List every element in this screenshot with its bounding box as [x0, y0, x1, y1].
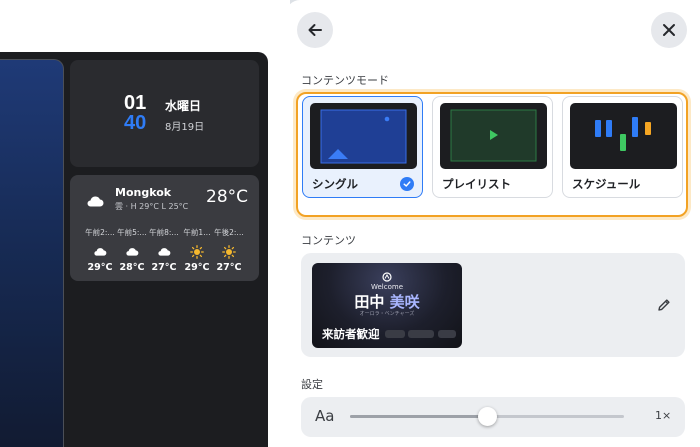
clock-weekday: 水曜日: [165, 99, 202, 113]
cloud-icon: [147, 243, 181, 260]
forecast-temp: 27°C: [151, 262, 177, 273]
logo-icon: [382, 272, 392, 282]
forecast-time: 午前5:…: [117, 228, 147, 237]
cloud-icon: [86, 192, 104, 211]
cloud-icon: [115, 243, 149, 260]
playlist-thumbnail: [440, 103, 547, 169]
font-size-glyph: Aa: [315, 407, 335, 425]
forecast-time: 午後2:…: [214, 228, 244, 237]
clock-date: 8月19日: [165, 122, 205, 133]
font-size-scale: 1×: [655, 409, 672, 422]
mode-label: スケジュール: [572, 177, 641, 191]
forecast-temp: 29°C: [87, 262, 113, 273]
forecast-item: 午後2:… 27°C: [212, 227, 246, 273]
mode-label: シングル: [312, 177, 358, 191]
info-chip: [385, 330, 405, 338]
family-name: 田中: [354, 293, 385, 311]
forecast-item: 午前5:… 28°C: [115, 227, 149, 273]
forecast-time: 午前8:…: [149, 228, 179, 237]
forecast-item: 午前8:… 27°C: [147, 227, 181, 273]
forecast-item: 午前1… 29°C: [180, 227, 214, 273]
settings-panel: [286, 0, 700, 447]
sun-icon: [180, 243, 214, 260]
single-thumbnail: [310, 103, 417, 169]
cloud-icon: [83, 243, 117, 260]
sun-icon: [212, 243, 246, 260]
content-thumbnail[interactable]: Welcome 田中 美咲 オーロラ・ベンチャーズ 来訪者歓迎: [312, 263, 462, 348]
close-button[interactable]: [651, 12, 687, 48]
clock-minute: 40: [124, 112, 147, 134]
given-name: 美咲: [389, 293, 420, 311]
company-name: オーロラ・ベンチャーズ: [359, 311, 415, 317]
edit-button[interactable]: [657, 297, 671, 316]
content-mode-label: コンテンツモード: [301, 74, 389, 87]
forecast-temp: 27°C: [216, 262, 242, 273]
font-size-slider-thumb[interactable]: [477, 407, 497, 426]
weather-city: Mongkok: [115, 186, 172, 199]
forecast-item: 午前2:… 29°C: [83, 227, 117, 273]
close-icon: [663, 24, 675, 36]
weather-summary: 雲 · H 29°C L 25°C: [115, 202, 189, 211]
welcome-text: Welcome: [370, 283, 404, 291]
forecast-time: 午前1…: [183, 228, 211, 237]
main-content-pane: [0, 59, 64, 447]
pencil-icon: [658, 299, 670, 311]
mode-schedule[interactable]: スケジュール: [562, 96, 683, 198]
info-chip: [438, 330, 456, 338]
info-chip: [408, 330, 434, 338]
mode-single[interactable]: シングル: [302, 96, 423, 198]
visitor-name: 田中 美咲: [312, 291, 462, 312]
mode-playlist[interactable]: プレイリスト: [432, 96, 553, 198]
forecast-temp: 29°C: [184, 262, 210, 273]
content-caption: 来訪者歓迎: [322, 327, 380, 341]
settings-label: 設定: [301, 378, 323, 391]
arrow-left-icon: [308, 24, 322, 36]
weather-temp: 28°C: [206, 187, 249, 207]
content-label: コンテンツ: [301, 234, 356, 247]
clock-hour: 01: [124, 92, 147, 114]
forecast-time: 午前2:…: [85, 228, 115, 237]
back-button[interactable]: [297, 12, 333, 48]
schedule-thumbnail: [570, 103, 677, 169]
mode-label: プレイリスト: [442, 177, 511, 191]
forecast-temp: 28°C: [119, 262, 145, 273]
font-size-track-fill: [350, 415, 487, 418]
check-icon: [400, 177, 414, 191]
